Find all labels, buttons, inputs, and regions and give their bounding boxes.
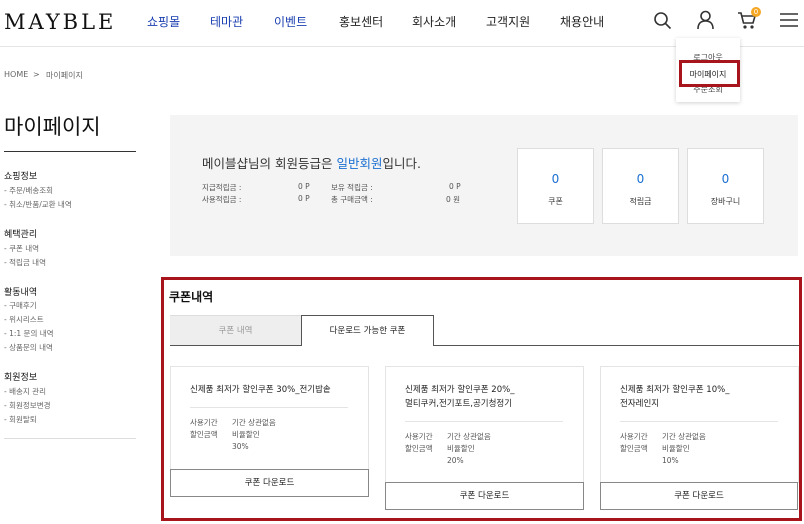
coupon-1-name: 신제품 최저가 할인쿠폰 30%_전기밥솥 — [190, 385, 331, 395]
sidebar-section-benefits: 혜택관리 — [4, 230, 38, 240]
stat-cart-label: 장바구니 — [710, 197, 741, 206]
sidebar-item-inquiries[interactable]: - 1:1 문의 내역 — [4, 328, 54, 339]
coupon-3-usage-label: 사용기간 — [620, 432, 648, 441]
coupon-3-download-button[interactable]: 쿠폰 다운로드 — [600, 482, 798, 510]
user-icon[interactable] — [696, 10, 715, 30]
stat-cart[interactable]: 0 장바구니 — [687, 148, 764, 224]
brand-logo[interactable]: MAYBLE — [4, 10, 116, 34]
stat-points[interactable]: 0 적립금 — [602, 148, 679, 224]
sidebar-item-address[interactable]: - 배송지 관리 — [4, 386, 46, 397]
coupon-3-discount-label: 할인금액 — [620, 444, 648, 453]
tab-coupon-history[interactable]: 쿠폰 내역 — [170, 315, 301, 346]
coupon-3-rate: 10% — [662, 456, 679, 465]
sidebar-item-coupons[interactable]: - 쿠폰 내역 — [4, 243, 39, 254]
coupon-card-3: 신제품 최저가 할인쿠폰 10%_ 전자레인지 사용기간 할인금액 기간 상관없… — [600, 366, 799, 483]
member-grade-level: 일반회원 — [336, 156, 383, 171]
sidebar-item-reviews[interactable]: - 구매후기 — [4, 300, 37, 311]
highlight-box-mypage — [679, 60, 740, 87]
search-icon[interactable] — [653, 11, 672, 30]
coupon-3-divider — [620, 421, 778, 422]
earned-points-label: 지급적립금 : — [202, 183, 242, 192]
nav-event[interactable]: 이벤트 — [274, 13, 307, 30]
coupon-2-discount-label: 할인금액 — [405, 444, 433, 453]
stat-coupon-count: 0 — [551, 172, 560, 186]
stat-coupon[interactable]: 0 쿠폰 — [517, 148, 594, 224]
stat-coupon-label: 쿠폰 — [548, 197, 563, 206]
member-grade-text: 메이블샵님의 회원등급은 일반회원입니다. — [202, 156, 421, 171]
sidebar-section-member: 회원정보 — [4, 373, 38, 383]
breadcrumb-home[interactable]: HOME — [4, 70, 28, 79]
coupon-section-title: 쿠폰내역 — [169, 290, 214, 304]
tab-downloadable-coupons[interactable]: 다운로드 가능한 쿠폰 — [301, 315, 434, 346]
breadcrumb-current: 마이페이지 — [46, 71, 83, 80]
nav-careers[interactable]: 채용안내 — [560, 13, 604, 30]
nav-theme[interactable]: 테마관 — [210, 13, 243, 30]
sidebar-item-wishlist[interactable]: - 위시리스트 — [4, 314, 44, 325]
total-purchase-value: 0 원 — [446, 195, 461, 204]
sidebar-item-orders[interactable]: - 주문/배송조회 — [4, 185, 53, 196]
sidebar-section-shopping: 쇼핑정보 — [4, 172, 38, 182]
coupon-1-period: 기간 상관없음 — [232, 418, 276, 427]
coupon-2-divider — [405, 421, 563, 422]
sidebar-item-returns[interactable]: - 취소/반품/교환 내역 — [4, 199, 72, 210]
stat-cart-count: 0 — [721, 172, 730, 186]
nav-company[interactable]: 회사소개 — [412, 13, 456, 30]
coupon-1-usage-label: 사용기간 — [190, 418, 218, 427]
stat-points-label: 적립금 — [629, 197, 652, 206]
coupon-1-download-button[interactable]: 쿠폰 다운로드 — [170, 469, 369, 497]
coupon-2-download-button[interactable]: 쿠폰 다운로드 — [385, 482, 584, 510]
coupon-1-discount-label: 할인금액 — [190, 430, 218, 439]
nav-support[interactable]: 고객지원 — [486, 13, 530, 30]
earned-points-value: 0 P — [298, 182, 310, 191]
coupon-1-type: 비율할인 — [232, 430, 260, 439]
coupon-2-name-line-2: 멀티쿠커,전기포트,공기청정기 — [405, 399, 513, 409]
coupon-2-name: 신제품 최저가 할인쿠폰 20%_ 멀티쿠커,전기포트,공기청정기 — [405, 383, 575, 411]
nav-shopping[interactable]: 쇼핑몰 — [147, 13, 180, 30]
sidebar-section-activity: 활동내역 — [4, 288, 38, 298]
used-points-label: 사용적립금 : — [202, 195, 242, 204]
sidebar-divider — [4, 438, 136, 439]
title-underline — [4, 151, 136, 152]
coupon-2-period: 기간 상관없음 — [447, 432, 491, 441]
sidebar-item-withdraw[interactable]: - 회원탈퇴 — [4, 414, 37, 425]
coupon-3-name-line-2: 전자레인지 — [620, 399, 660, 409]
total-purchase-label: 총 구매금액 : — [331, 195, 373, 204]
coupon-1-rate: 30% — [232, 442, 249, 451]
coupon-2-name-line-1: 신제품 최저가 할인쿠폰 20%_ — [405, 385, 515, 395]
breadcrumb-separator: > — [33, 70, 40, 79]
held-points-value: 0 P — [449, 182, 461, 191]
coupon-2-type: 비율할인 — [447, 444, 475, 453]
cart-count-badge: 0 — [751, 7, 761, 17]
coupon-2-usage-label: 사용기간 — [405, 432, 433, 441]
stat-points-count: 0 — [636, 172, 645, 186]
nav-pr-center[interactable]: 홍보센터 — [339, 13, 383, 30]
sidebar-item-profile[interactable]: - 회원정보변경 — [4, 400, 51, 411]
coupon-card-1: 신제품 최저가 할인쿠폰 30%_전기밥솥 사용기간 할인금액 기간 상관없음 … — [170, 366, 369, 470]
coupon-2-rate: 20% — [447, 456, 464, 465]
coupon-card-2: 신제품 최저가 할인쿠폰 20%_ 멀티쿠커,전기포트,공기청정기 사용기간 할… — [385, 366, 584, 483]
coupon-3-name-line-1: 신제품 최저가 할인쿠폰 10%_ — [620, 385, 730, 395]
coupon-3-type: 비율할인 — [662, 444, 690, 453]
sidebar-item-product-qna[interactable]: - 상품문의 내역 — [4, 342, 53, 353]
coupon-3-period: 기간 상관없음 — [662, 432, 706, 441]
tab-baseline-left — [170, 345, 301, 346]
tab-baseline — [434, 345, 799, 346]
page-title: 마이페이지 — [4, 115, 101, 139]
coupon-3-name: 신제품 최저가 할인쿠폰 10%_ 전자레인지 — [620, 383, 790, 411]
sidebar-item-points[interactable]: - 적립금 내역 — [4, 257, 46, 268]
coupon-1-divider — [190, 407, 348, 408]
held-points-label: 보유 적립금 : — [331, 183, 373, 192]
used-points-value: 0 P — [298, 194, 310, 203]
menu-icon[interactable] — [780, 12, 798, 28]
